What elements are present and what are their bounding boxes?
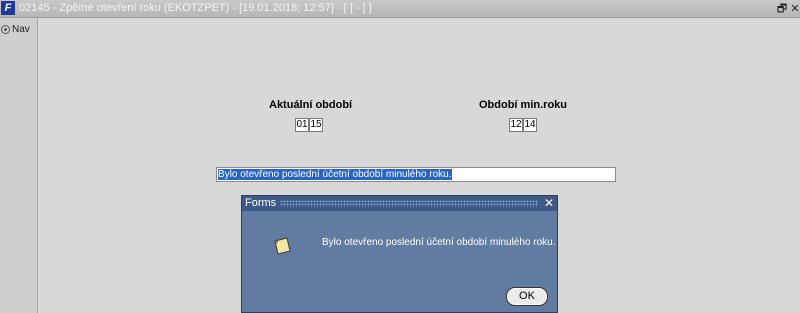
sidebar: Nav: [0, 18, 38, 313]
dialog-close-icon[interactable]: ✕: [544, 196, 554, 211]
nav-label: Nav: [12, 23, 30, 35]
window-title: 02145 - Zpětné otevření roku (EKOTZPET) …: [19, 2, 372, 14]
message-field[interactable]: Bylo otevřeno poslední účetní období min…: [216, 167, 616, 182]
nav-button[interactable]: Nav: [1, 22, 30, 36]
note-icon: [274, 237, 291, 255]
close-icon[interactable]: ✕: [788, 2, 800, 16]
current-period-month-field[interactable]: 01: [295, 118, 309, 132]
dialog-title-bar[interactable]: Forms ✕: [242, 196, 557, 211]
nav-icon: [1, 24, 10, 34]
app-icon: F: [1, 1, 15, 15]
dialog-title: Forms: [245, 197, 277, 209]
dialog-drag-grip[interactable]: [280, 200, 538, 207]
restore-icon[interactable]: 🗗: [775, 2, 789, 16]
dialog-message: Bylo otevřeno poslední účetní období min…: [322, 237, 556, 248]
prev-year-month-field[interactable]: 12: [509, 118, 523, 132]
prev-year-period-label: Období min.roku: [479, 99, 567, 111]
ok-button[interactable]: OK: [506, 287, 548, 306]
title-bar: F 02145 - Zpětné otevření roku (EKOTZPET…: [0, 0, 800, 18]
message-text: Bylo otevřeno poslední účetní období min…: [218, 169, 452, 180]
prev-year-year-field[interactable]: 14: [523, 118, 537, 132]
current-period-label: Aktuální období: [269, 99, 353, 111]
current-period-year-field[interactable]: 15: [309, 118, 323, 132]
